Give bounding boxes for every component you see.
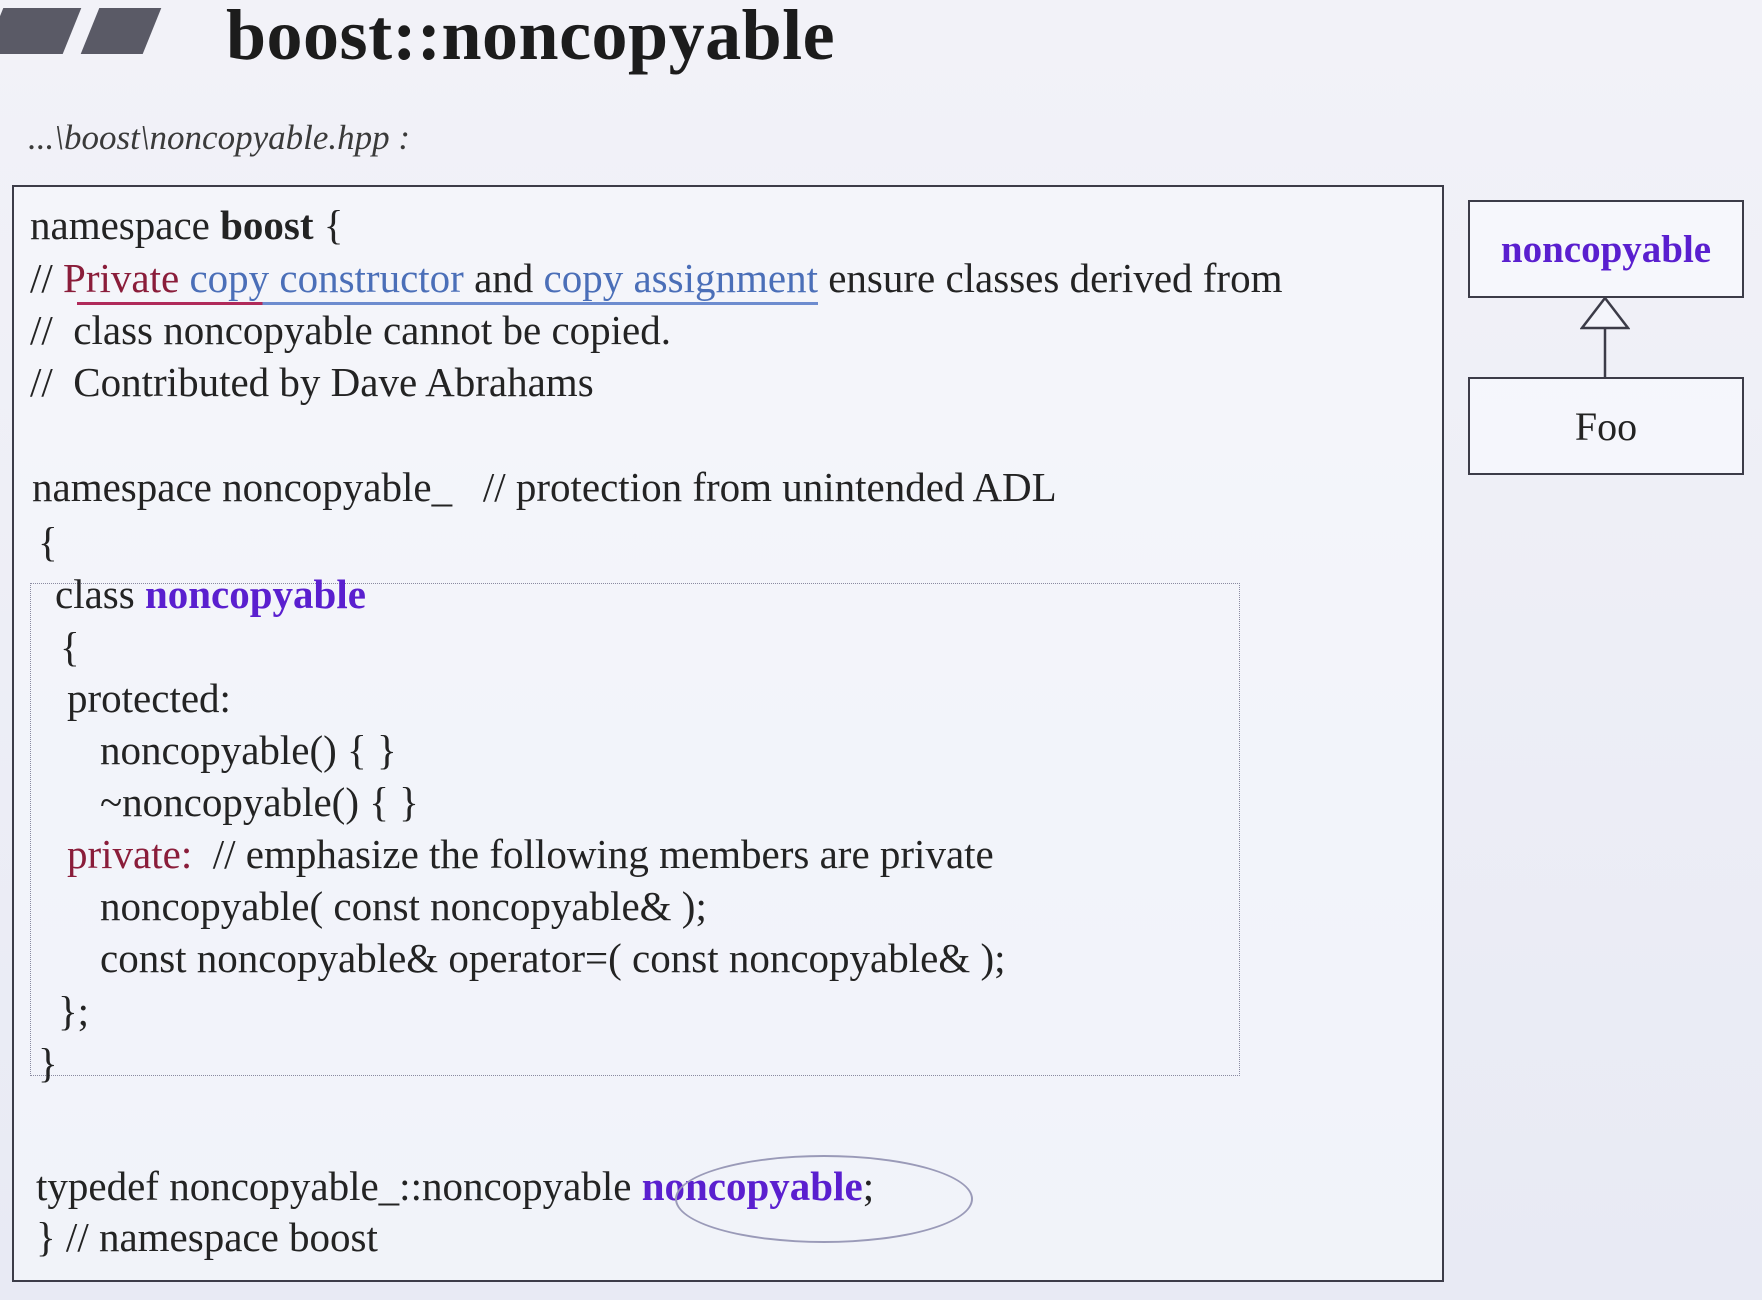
file-path: ...\boost\noncopyable.hpp : [28, 118, 411, 157]
typedef-prefix: typedef noncopyable_::noncopyable [36, 1163, 642, 1209]
title-decoration-bar-2 [80, 8, 162, 54]
underline-mark [77, 302, 818, 305]
class-definition-box [30, 583, 1240, 1076]
code-line-open-brace: { [38, 519, 58, 565]
title-decoration-bar-1 [0, 8, 82, 54]
namespace-name-boost: boost [220, 202, 314, 248]
word-copy-constructor: copy constructor [189, 255, 464, 301]
code-line-comment-2: // class noncopyable cannot be copied. [30, 307, 671, 353]
code-line-copy-assignment: const noncopyable& operator=( const nonc… [100, 935, 1006, 981]
code-line-class-close: }; [58, 988, 90, 1034]
code-line-namespace-noncopyable: namespace noncopyable_ // protection fro… [32, 464, 1057, 510]
code-line-copy-constructor: noncopyable( const noncopyable& ); [100, 883, 707, 929]
code-line-comment-3: // Contributed by Dave Abrahams [30, 359, 594, 405]
highlight-ellipse [675, 1155, 973, 1243]
keyword-class: class [55, 571, 145, 617]
code-line-constructor: noncopyable() { } [100, 727, 397, 773]
code-line-class: class noncopyable [55, 574, 366, 615]
word-copy-assignment: copy assignment [543, 255, 818, 301]
comment-slashes: // [30, 255, 64, 301]
class-name-noncopyable: noncopyable [144, 571, 366, 617]
code-line-destructor: ~noncopyable() { } [100, 779, 419, 825]
code-line-private: private: // emphasize the following memb… [67, 834, 994, 875]
code-line-class-open-brace: { [60, 624, 80, 670]
word-private: Private [63, 255, 180, 301]
uml-class-name: noncopyable [1500, 227, 1712, 271]
code-line-namespace-boost: namespace boost { [30, 205, 343, 246]
code-line-boost-close: } // namespace boost [36, 1214, 378, 1260]
open-brace: { [313, 202, 344, 248]
code-line-namespace-close: } [38, 1040, 58, 1086]
slide-title: boost::noncopyable [226, 0, 836, 75]
code-line-comment-1: // Private copy constructor and copy ass… [30, 255, 1283, 305]
code-line-protected: protected: [67, 675, 231, 721]
inheritance-arrow-icon [1580, 296, 1630, 378]
comment-rest: ensure classes derived from [817, 255, 1283, 301]
uml-class-name: Foo [1574, 403, 1638, 449]
uml-class-foo: Foo [1468, 377, 1744, 475]
underlined-phrase: // Private copy constructor and copy ass… [30, 255, 818, 305]
private-comment: // emphasize the following members are p… [192, 831, 994, 877]
uml-class-noncopyable: noncopyable [1468, 200, 1744, 298]
keyword-namespace: namespace [30, 202, 221, 248]
keyword-private: private: [67, 831, 193, 877]
word-and: and [463, 255, 544, 301]
